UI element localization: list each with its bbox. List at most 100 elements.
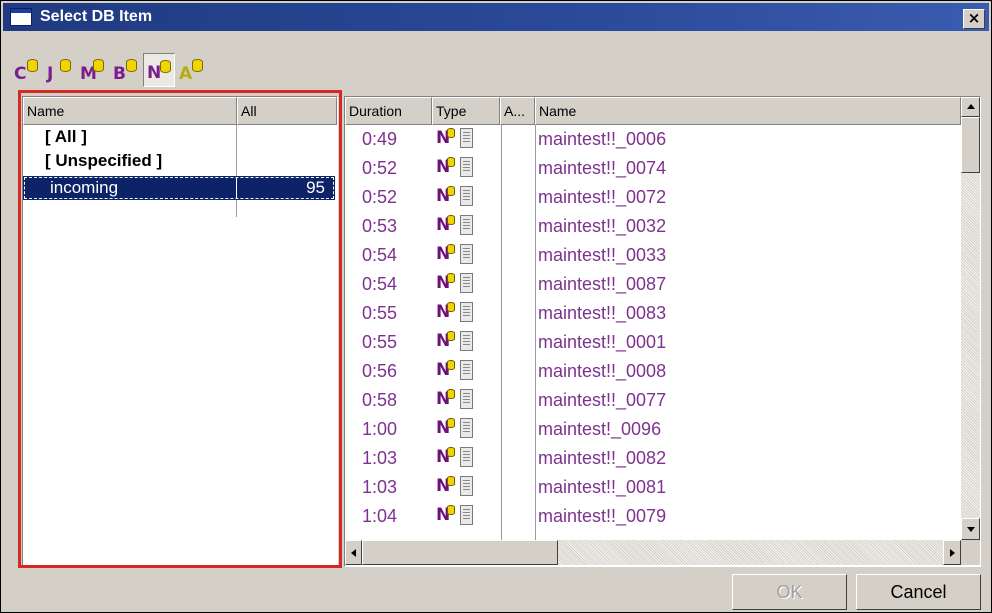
filter-letter: J: [47, 64, 54, 84]
category-list[interactable]: Name All [ All ] [ Unspecified ] incoming 9…: [22, 96, 338, 568]
document-icon: [460, 447, 473, 467]
category-row[interactable]: [ Unspecified ]: [23, 149, 335, 173]
vertical-scroll-thumb[interactable]: [961, 117, 980, 173]
document-icon: [460, 476, 473, 496]
item-duration: 1:03: [361, 448, 397, 468]
item-row[interactable]: 1:03 Nmaintest!!_0081: [345, 473, 961, 502]
scroll-left-button[interactable]: [345, 540, 362, 565]
category-row[interactable]: incoming 95: [23, 176, 335, 200]
item-duration: 0:55: [361, 303, 397, 323]
item-row[interactable]: 0:52 Nmaintest!!_0074: [345, 154, 961, 183]
item-duration: 0:52: [361, 187, 397, 207]
item-duration: 0:55: [361, 332, 397, 352]
news-type-icon: N: [436, 273, 455, 293]
item-row[interactable]: 0:49 Nmaintest!!_0006: [345, 125, 961, 154]
filter-c-button[interactable]: C: [11, 53, 43, 87]
column-separator: [236, 178, 237, 198]
column-header-duration[interactable]: Duration: [345, 97, 432, 125]
news-type-icon: N: [436, 447, 455, 467]
vertical-scrollbar[interactable]: [961, 97, 980, 540]
title-bar[interactable]: Select DB Item ×: [3, 3, 989, 31]
item-row[interactable]: 1:00 Nmaintest!_0096: [345, 415, 961, 444]
database-icon: [447, 505, 455, 515]
document-icon: [460, 186, 473, 206]
item-name: maintest!!_0032: [538, 216, 667, 236]
category-row[interactable]: [ All ]: [23, 125, 335, 149]
item-name: maintest!!_0072: [538, 187, 667, 207]
news-type-icon: N: [436, 389, 455, 409]
scroll-up-button[interactable]: [961, 97, 980, 117]
item-name: maintest!_0096: [538, 419, 662, 439]
item-row[interactable]: 0:54 Nmaintest!!_0087: [345, 270, 961, 299]
database-icon: [447, 244, 455, 254]
filter-j-button[interactable]: J: [44, 53, 76, 87]
filter-a-button[interactable]: A: [176, 53, 208, 87]
filter-letter: C: [14, 64, 27, 84]
item-name: maintest!!_0079: [538, 506, 667, 526]
arrow-up-icon: [967, 104, 975, 109]
item-name: maintest!!_0081: [538, 477, 667, 497]
item-duration: 0:49: [361, 129, 397, 149]
item-name: maintest!!_0083: [538, 303, 667, 323]
item-row[interactable]: 0:53 Nmaintest!!_0032: [345, 212, 961, 241]
column-header-type[interactable]: Type: [432, 97, 500, 125]
item-name: maintest!!_0074: [538, 158, 667, 178]
column-header-a[interactable]: A...: [500, 97, 535, 125]
column-header-item-name[interactable]: Name: [535, 97, 961, 125]
ok-button[interactable]: OK: [732, 574, 847, 610]
item-row[interactable]: 0:52 Nmaintest!!_0072: [345, 183, 961, 212]
news-type-icon: N: [436, 186, 455, 206]
category-name: [ All ]: [45, 127, 87, 146]
filter-b-button[interactable]: B: [110, 53, 142, 87]
document-icon: [460, 389, 473, 409]
document-icon: [460, 331, 473, 351]
news-type-icon: N: [436, 215, 455, 235]
scrollbar-corner: [961, 540, 980, 565]
item-list[interactable]: Duration Type A... Name 0:49 Nmaintest!!_…: [344, 96, 981, 567]
arrow-right-icon: [950, 549, 955, 557]
window-title: Select DB Item: [40, 8, 153, 25]
news-type-icon: N: [436, 128, 455, 148]
item-duration: 0:53: [361, 216, 397, 236]
news-type-icon: N: [436, 476, 455, 496]
column-header-all[interactable]: All: [237, 97, 337, 125]
database-icon: [447, 447, 455, 457]
item-row[interactable]: 0:56 Nmaintest!!_0008: [345, 357, 961, 386]
item-row[interactable]: 1:03 Nmaintest!!_0082: [345, 444, 961, 473]
close-icon: ×: [967, 9, 981, 27]
database-icon: [447, 302, 455, 312]
filter-m-button[interactable]: M: [77, 53, 109, 87]
select-db-item-dialog: Select DB Item × CJMBNA Name All [ All ]…: [0, 0, 992, 613]
database-icon: [447, 331, 455, 341]
database-icon: [447, 418, 455, 428]
horizontal-scroll-thumb[interactable]: [362, 540, 558, 565]
item-row[interactable]: 0:55 Nmaintest!!_0001: [345, 328, 961, 357]
scroll-right-button[interactable]: [943, 540, 961, 565]
news-type-icon: N: [436, 505, 455, 525]
horizontal-scrollbar[interactable]: [345, 540, 961, 565]
item-row[interactable]: 0:58 Nmaintest!!_0077: [345, 386, 961, 415]
database-icon: [192, 59, 203, 72]
filter-n-button[interactable]: N: [143, 53, 175, 87]
item-duration: 1:04: [361, 506, 397, 526]
news-type-icon: N: [436, 302, 455, 322]
item-row[interactable]: 1:04 Nmaintest!!_0079: [345, 502, 961, 531]
document-icon: [460, 128, 473, 148]
item-duration: 0:58: [361, 390, 397, 410]
cancel-button[interactable]: Cancel: [856, 574, 981, 610]
item-rows: 0:49 Nmaintest!!_0006 0:52 Nmaintest!!_0074…: [345, 125, 961, 540]
item-row[interactable]: 0:54 Nmaintest!!_0033: [345, 241, 961, 270]
document-icon: [460, 505, 473, 525]
item-row[interactable]: 0:55 Nmaintest!!_0083: [345, 299, 961, 328]
close-button[interactable]: ×: [963, 9, 985, 29]
item-name: maintest!!_0087: [538, 274, 667, 294]
database-icon: [126, 59, 137, 72]
item-duration: 0:52: [361, 158, 397, 178]
scroll-down-button[interactable]: [961, 518, 980, 540]
column-header-name[interactable]: Name: [23, 97, 237, 125]
item-duration: 0:56: [361, 361, 397, 381]
database-icon: [447, 476, 455, 486]
item-name: maintest!!_0082: [538, 448, 667, 468]
category-name: incoming: [50, 178, 119, 197]
arrow-left-icon: [351, 549, 356, 557]
